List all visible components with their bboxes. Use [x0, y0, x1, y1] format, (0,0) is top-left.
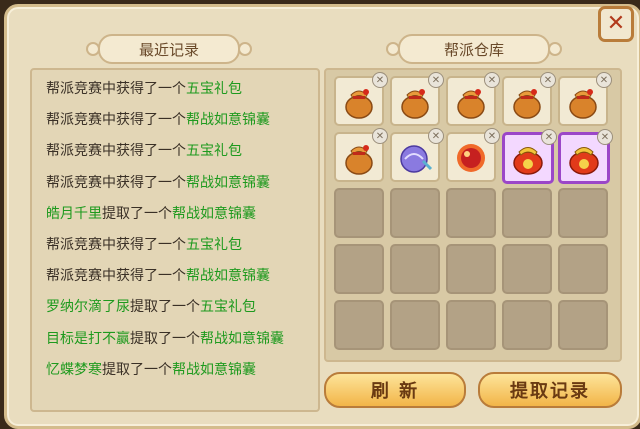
- log-actor: 皓月千里: [46, 205, 102, 222]
- close-button[interactable]: ✕: [598, 6, 634, 42]
- log-entry: 皓月千里提取了一个帮战如意锦囊: [46, 203, 256, 223]
- log-item-name: 五宝礼包: [186, 143, 242, 160]
- slot-lock-icon: ✕: [428, 128, 444, 144]
- refresh-label: 刷 新: [370, 381, 420, 402]
- log-entry: 帮派竞赛中获得了一个帮战如意锦囊: [46, 172, 270, 192]
- empty-slot[interactable]: [558, 188, 608, 238]
- item-slot[interactable]: ✕: [390, 128, 444, 182]
- log-entry: 帮派竞赛中获得了一个五宝礼包: [46, 234, 242, 254]
- log-action: 提取了一个: [130, 330, 200, 347]
- slot-lock-icon: ✕: [484, 128, 500, 144]
- item-slot[interactable]: ✕: [334, 128, 388, 182]
- log-item-name: 五宝礼包: [186, 237, 242, 253]
- log-actor: 帮派竞赛中获得了一个: [46, 237, 186, 253]
- slot-lock-icon: ✕: [372, 72, 388, 88]
- log-item-name: 帮战如意锦囊: [172, 205, 256, 222]
- log-item-name: 帮战如意锦囊: [186, 174, 270, 191]
- item-slot[interactable]: ✕: [502, 72, 556, 126]
- lucky-bag-icon: [345, 145, 373, 175]
- lucky-bag-icon: [401, 89, 429, 119]
- close-icon: ✕: [606, 11, 626, 36]
- purple-pouch-icon: [400, 145, 433, 173]
- recent-records-panel: 帮派竞赛中获得了一个五宝礼包 帮派竞赛中获得了一个帮战如意锦囊 帮派竞赛中获得了一个…: [30, 68, 320, 412]
- item-slot[interactable]: ✕: [502, 129, 557, 184]
- refresh-button[interactable]: 刷 新: [324, 372, 466, 408]
- empty-slot[interactable]: [390, 188, 440, 238]
- slot-lock-icon: ✕: [541, 129, 557, 145]
- item-slot[interactable]: ✕: [334, 72, 388, 126]
- log-action: 提取了一个: [102, 361, 172, 378]
- lucky-bag-icon: [345, 89, 373, 119]
- empty-slot[interactable]: [558, 244, 608, 294]
- item-slot[interactable]: ✕: [446, 128, 500, 182]
- log-entry: 帮派竞赛中获得了一个五宝礼包: [46, 140, 242, 160]
- log-item-name: 五宝礼包: [186, 81, 242, 97]
- empty-slot[interactable]: [502, 300, 552, 350]
- log-entry: 帮派竞赛中获得了一个帮战如意锦囊: [46, 109, 270, 129]
- log-actor: 目标是打不赢: [46, 330, 130, 347]
- tab-ornament-right: [238, 42, 252, 56]
- slot-lock-icon: ✕: [597, 129, 613, 145]
- empty-slot[interactable]: [334, 244, 384, 294]
- empty-slot[interactable]: [502, 188, 552, 238]
- extract-records-label: 提取记录: [510, 381, 590, 402]
- log-entry: 忆蝶梦寒提取了一个帮战如意锦囊: [46, 359, 256, 379]
- empty-slot[interactable]: [390, 300, 440, 350]
- slot-lock-icon: ✕: [596, 72, 612, 88]
- empty-slot[interactable]: [502, 244, 552, 294]
- log-entry: 罗纳尔滴了尿提取了一个五宝礼包: [46, 296, 256, 316]
- tab-recent-label: 最近记录: [138, 40, 199, 59]
- item-slot[interactable]: ✕: [446, 72, 500, 126]
- empty-slot[interactable]: [446, 188, 496, 238]
- log-entry: 目标是打不赢提取了一个帮战如意锦囊: [46, 328, 284, 348]
- log-actor: 忆蝶梦寒: [46, 361, 102, 378]
- empty-slot[interactable]: [334, 300, 384, 350]
- log-item-name: 帮战如意锦囊: [200, 330, 284, 347]
- extract-records-button[interactable]: 提取记录: [478, 372, 622, 408]
- empty-slot[interactable]: [446, 300, 496, 350]
- log-actor: 帮派竞赛中获得了一个: [46, 174, 186, 191]
- log-actor: 罗纳尔滴了尿: [46, 299, 130, 316]
- tab-ornament-right: [548, 42, 562, 56]
- item-slot[interactable]: ✕: [558, 129, 613, 184]
- slot-lock-icon: ✕: [484, 72, 500, 88]
- empty-slot[interactable]: [334, 188, 384, 238]
- log-entry: 帮派竞赛中获得了一个帮战如意锦囊: [46, 265, 270, 285]
- slot-lock-icon: ✕: [372, 128, 388, 144]
- log-action: 提取了一个: [102, 205, 172, 222]
- log-item-name: 五宝礼包: [200, 299, 256, 316]
- slot-lock-icon: ✕: [540, 72, 556, 88]
- tab-ornament-left: [386, 42, 400, 56]
- lucky-bag-icon: [513, 89, 541, 119]
- lucky-bag-icon: [457, 89, 485, 119]
- empty-slot[interactable]: [390, 244, 440, 294]
- item-slot[interactable]: ✕: [558, 72, 612, 126]
- log-actor: 帮派竞赛中获得了一个: [46, 112, 186, 129]
- empty-slot[interactable]: [446, 244, 496, 294]
- log-actor: 帮派竞赛中获得了一个: [46, 143, 186, 160]
- golden-bag-purple-icon: [569, 147, 599, 175]
- golden-bag-purple-icon: [513, 147, 543, 175]
- log-item-name: 帮战如意锦囊: [186, 112, 270, 129]
- tab-warehouse-label: 帮派仓库: [443, 40, 504, 59]
- log-item-name: 帮战如意锦囊: [186, 268, 270, 285]
- warehouse-grid-panel: ✕ ✕ ✕ ✕ ✕ ✕ ✕ ✕ ✕ ✕: [324, 68, 622, 362]
- tab-recent-records[interactable]: 最近记录: [86, 34, 252, 64]
- item-slot[interactable]: ✕: [390, 72, 444, 126]
- tab-guild-warehouse[interactable]: 帮派仓库: [386, 34, 562, 64]
- log-actor: 帮派竞赛中获得了一个: [46, 268, 186, 285]
- lucky-bag-icon: [569, 89, 597, 119]
- log-action: 提取了一个: [130, 299, 200, 316]
- log-entry: 帮派竞赛中获得了一个五宝礼包: [46, 78, 242, 98]
- tab-ornament-left: [86, 42, 100, 56]
- log-item-name: 帮战如意锦囊: [172, 361, 256, 378]
- log-actor: 帮派竞赛中获得了一个: [46, 81, 186, 97]
- empty-slot[interactable]: [558, 300, 608, 350]
- slot-lock-icon: ✕: [428, 72, 444, 88]
- red-orb-icon: [457, 144, 485, 172]
